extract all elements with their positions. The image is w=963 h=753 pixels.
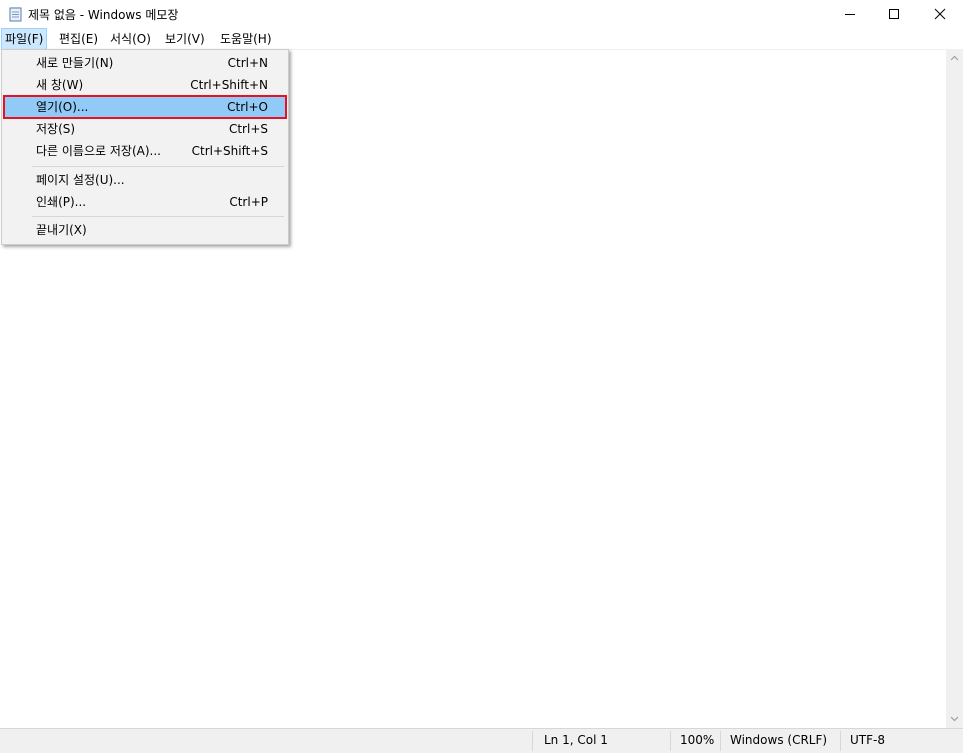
menu-item-save[interactable]: 저장(S) Ctrl+S — [4, 118, 286, 140]
menu-separator — [32, 216, 284, 217]
menu-item-label: 다른 이름으로 저장(A)... — [36, 144, 161, 158]
scroll-down-icon[interactable] — [950, 714, 959, 723]
menu-item-page-setup[interactable]: 페이지 설정(U)... — [4, 169, 286, 191]
menu-item-label: 끝내기(X) — [36, 223, 87, 237]
menu-item-print[interactable]: 인쇄(P)... Ctrl+P — [4, 191, 286, 213]
line-ending: Windows (CRLF) — [730, 733, 828, 747]
menu-edit[interactable]: 편집(E) — [56, 29, 101, 49]
menu-item-exit[interactable]: 끝내기(X) — [4, 219, 286, 241]
vertical-scrollbar[interactable] — [946, 49, 963, 728]
menu-file[interactable]: 파일(F) — [0, 28, 48, 50]
menu-item-new[interactable]: 새로 만들기(N) Ctrl+N — [4, 52, 286, 74]
menu-item-save-as[interactable]: 다른 이름으로 저장(A)... Ctrl+Shift+S — [4, 140, 286, 162]
file-menu-dropdown: 새로 만들기(N) Ctrl+N 새 창(W) Ctrl+Shift+N 열기(… — [1, 49, 289, 245]
menu-item-shortcut: Ctrl+N — [227, 56, 268, 70]
menu-item-shortcut: Ctrl+P — [229, 195, 268, 209]
zoom-level: 100% — [680, 733, 715, 747]
encoding: UTF-8 — [850, 733, 885, 747]
menu-item-label: 페이지 설정(U)... — [36, 173, 125, 187]
menu-item-label: 인쇄(P)... — [36, 195, 87, 209]
menu-separator — [32, 166, 284, 167]
maximize-icon — [889, 9, 899, 19]
status-divider — [670, 731, 671, 751]
menu-item-label: 열기(O)... — [36, 100, 89, 114]
status-divider — [720, 731, 721, 751]
menu-help[interactable]: 도움말(H) — [217, 29, 275, 49]
minimize-icon — [845, 14, 855, 15]
status-bar: Ln 1, Col 1 100% Windows (CRLF) UTF-8 — [0, 728, 963, 753]
scroll-up-icon[interactable] — [950, 54, 959, 63]
title-bar[interactable]: 제목 없음 - Windows 메모장 — [0, 0, 963, 29]
maximize-button[interactable] — [871, 0, 917, 29]
window-title: 제목 없음 - Windows 메모장 — [28, 8, 179, 22]
status-divider — [532, 731, 533, 751]
notepad-icon — [8, 6, 24, 22]
close-icon — [934, 8, 946, 20]
menu-view[interactable]: 보기(V) — [162, 29, 208, 49]
menu-item-shortcut: Ctrl+Shift+S — [191, 144, 268, 158]
menu-item-open[interactable]: 열기(O)... Ctrl+O — [3, 95, 287, 119]
close-button[interactable] — [917, 0, 963, 29]
cursor-position: Ln 1, Col 1 — [544, 733, 608, 747]
menu-format[interactable]: 서식(O) — [107, 29, 154, 49]
menu-item-shortcut: Ctrl+O — [227, 100, 268, 114]
menu-item-shortcut: Ctrl+Shift+N — [190, 78, 268, 92]
minimize-button[interactable] — [827, 0, 873, 29]
menu-bar: 파일(F) 편집(E) 서식(O) 보기(V) 도움말(H) — [0, 28, 963, 50]
menu-item-label: 새 창(W) — [36, 78, 84, 92]
status-divider — [840, 731, 841, 751]
menu-item-label: 저장(S) — [36, 122, 76, 136]
menu-item-new-window[interactable]: 새 창(W) Ctrl+Shift+N — [4, 74, 286, 96]
menu-item-label: 새로 만들기(N) — [36, 56, 114, 70]
menu-item-shortcut: Ctrl+S — [228, 122, 268, 136]
